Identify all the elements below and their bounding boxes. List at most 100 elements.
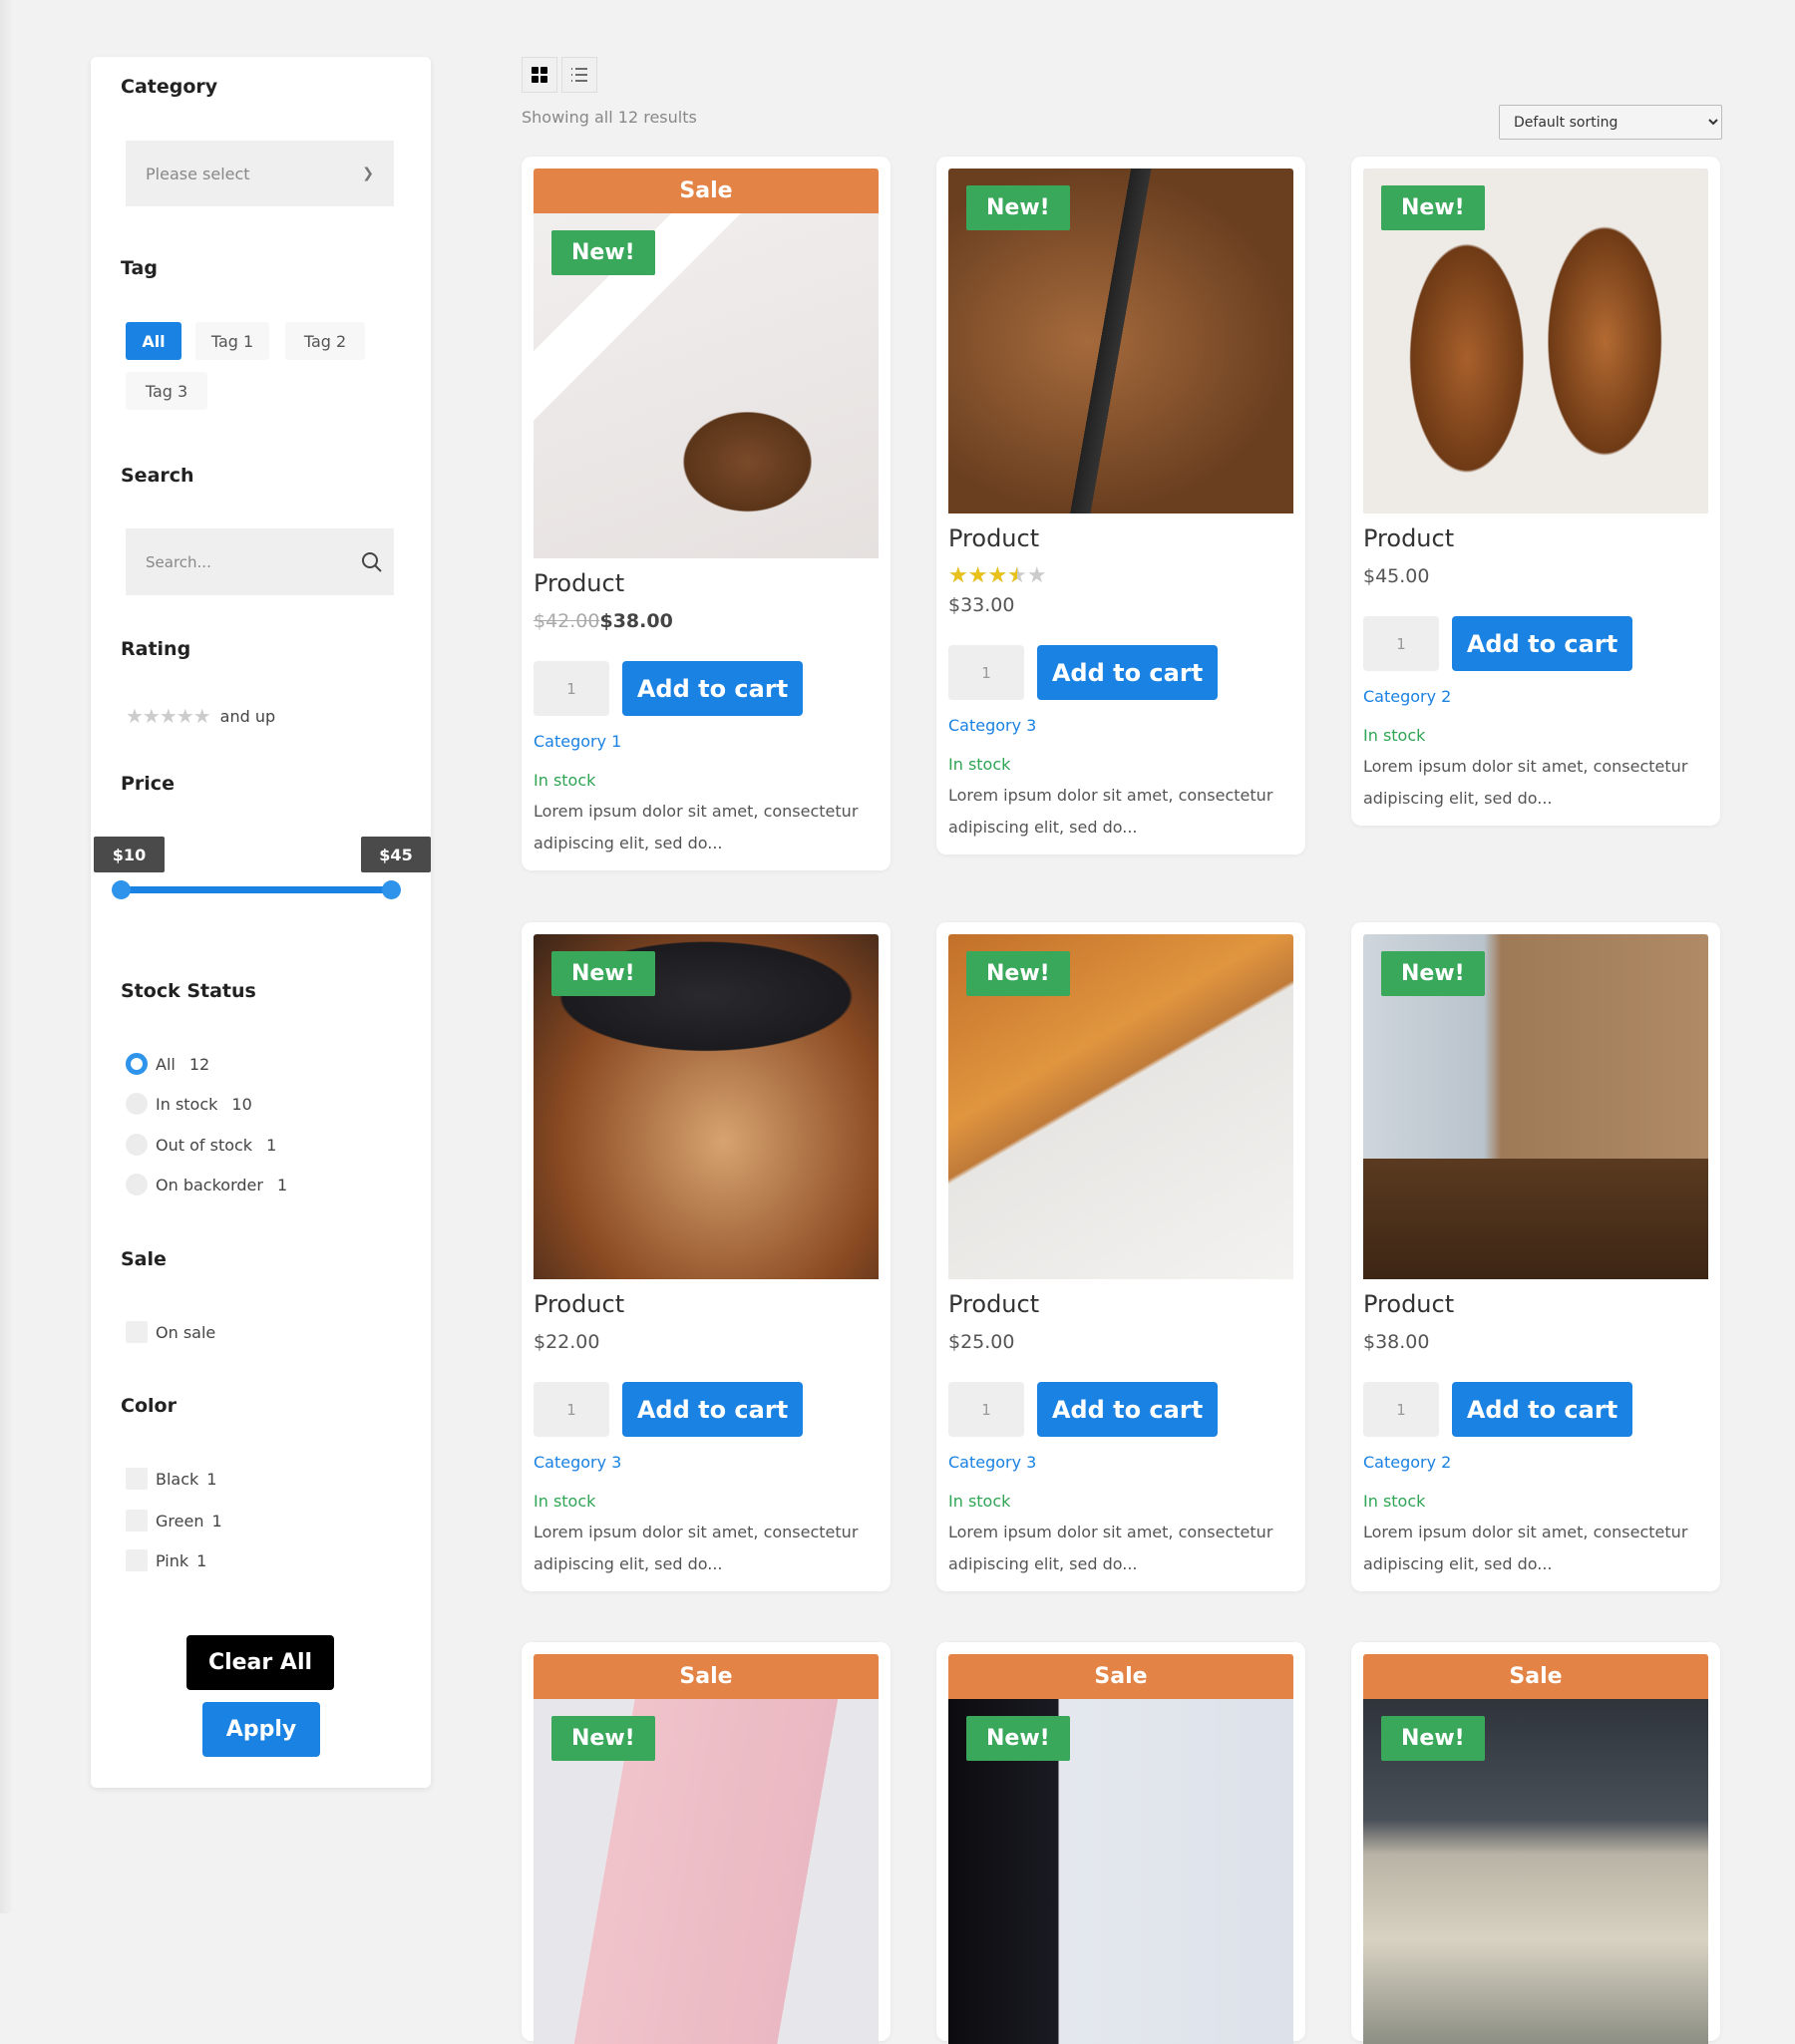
product-price: $25.00 <box>948 1327 1293 1357</box>
product-description: Lorem ipsum dolor sit amet, consectetur … <box>1363 757 1688 808</box>
product-card: Sale New! <box>522 1642 891 2044</box>
stock-option-in-stock[interactable]: In stock 10 <box>126 1093 252 1115</box>
quantity-input[interactable] <box>534 1382 609 1437</box>
product-image[interactable]: New! <box>534 934 879 1279</box>
checkbox[interactable] <box>126 1468 148 1490</box>
sorting-select[interactable]: Default sorting <box>1499 105 1722 140</box>
results-count: Showing all 12 results <box>522 108 697 127</box>
new-badge: New! <box>551 951 655 996</box>
product-category-link[interactable]: Category 2 <box>1363 1450 1708 1476</box>
price-min-handle[interactable] <box>112 880 131 899</box>
option-label: Pink <box>156 1550 189 1570</box>
sale-banner: Sale <box>948 1654 1293 1699</box>
option-count: 10 <box>231 1094 252 1114</box>
product-image[interactable]: New! <box>1363 1699 1708 2044</box>
price-max-handle[interactable] <box>382 880 401 899</box>
star-icon[interactable]: ★★★★★ <box>126 704 211 728</box>
add-to-cart-button[interactable]: Add to cart <box>1452 1382 1632 1437</box>
checkbox[interactable] <box>126 1321 148 1343</box>
list-icon <box>571 68 587 82</box>
product-price: $38.00 <box>1363 1327 1708 1357</box>
add-to-cart-button[interactable]: Add to cart <box>622 661 803 716</box>
radio-button[interactable] <box>126 1134 148 1156</box>
product-title[interactable]: Product <box>1363 1287 1708 1321</box>
quantity-input[interactable] <box>1363 616 1439 671</box>
product-card: New! Product ★★★★★★★★★★ $33.00 Add to cart Ca… <box>936 157 1305 854</box>
product-title[interactable]: Product <box>534 1287 879 1321</box>
product-image[interactable]: New! <box>948 934 1293 1279</box>
stock-option-out-of-stock[interactable]: Out of stock 1 <box>126 1134 276 1156</box>
stock-status: In stock <box>1363 1492 1426 1511</box>
quantity-input[interactable] <box>1363 1382 1439 1437</box>
color-option-pink[interactable]: Pink 1 <box>126 1549 206 1571</box>
product-title[interactable]: Product <box>534 566 879 600</box>
price-min-tooltip: $10 <box>94 837 165 872</box>
grid-view-button[interactable] <box>522 57 557 93</box>
product-image[interactable]: New! <box>948 169 1293 513</box>
color-option-green[interactable]: Green 1 <box>126 1510 222 1532</box>
option-count: 12 <box>188 1054 210 1074</box>
new-badge: New! <box>1381 1716 1485 1761</box>
checkbox[interactable] <box>126 1549 148 1571</box>
product-image[interactable]: New! <box>534 213 879 558</box>
color-heading: Color <box>121 1395 177 1417</box>
product-image[interactable]: New! <box>534 1699 879 2044</box>
new-badge: New! <box>966 1716 1070 1761</box>
sale-heading: Sale <box>121 1248 167 1270</box>
product-category-link[interactable]: Category 1 <box>534 729 879 755</box>
product-title[interactable]: Product <box>948 521 1293 555</box>
option-label: Out of stock <box>156 1135 253 1155</box>
rating-filter[interactable]: ★★★★★ and up <box>126 704 275 728</box>
product-category-link[interactable]: Category 3 <box>948 1450 1293 1476</box>
product-card: New! Product $45.00 Add to cart Category 2 In… <box>1351 157 1720 826</box>
product-image[interactable]: New! <box>1363 934 1708 1279</box>
apply-button[interactable]: Apply <box>202 1702 320 1757</box>
tag-1[interactable]: Tag 1 <box>195 322 269 360</box>
product-price: $45.00 <box>1363 561 1708 591</box>
search-heading: Search <box>121 465 194 487</box>
option-label: In stock <box>156 1094 218 1114</box>
new-badge: New! <box>1381 951 1485 996</box>
on-sale-option[interactable]: On sale <box>126 1321 215 1343</box>
radio-button[interactable] <box>126 1053 148 1075</box>
product-title[interactable]: Product <box>1363 521 1708 555</box>
add-to-cart-button[interactable]: Add to cart <box>1452 616 1632 671</box>
add-to-cart-button[interactable]: Add to cart <box>622 1382 803 1437</box>
radio-button[interactable] <box>126 1174 148 1195</box>
price-value: $38.00 <box>1363 1331 1430 1353</box>
category-heading: Category <box>121 76 218 98</box>
product-card: Sale New! Product $42.00$38.00 Add to cart Ca… <box>522 157 891 870</box>
stock-status: In stock <box>1363 726 1426 745</box>
stock-option-all[interactable]: All 12 <box>126 1053 209 1075</box>
category-select-value: Please select <box>146 164 250 183</box>
product-title[interactable]: Product <box>948 1287 1293 1321</box>
clear-all-button[interactable]: Clear All <box>186 1635 334 1690</box>
search-icon[interactable] <box>360 550 384 574</box>
sale-banner: Sale <box>534 1654 879 1699</box>
quantity-input[interactable] <box>948 1382 1024 1437</box>
price-slider-track[interactable] <box>121 886 391 893</box>
tag-3[interactable]: Tag 3 <box>126 372 207 410</box>
add-to-cart-button[interactable]: Add to cart <box>1037 645 1218 700</box>
category-select[interactable]: Please select ❯ <box>126 141 394 206</box>
tag-all[interactable]: All <box>126 322 181 360</box>
radio-button[interactable] <box>126 1093 148 1115</box>
product-image[interactable]: New! <box>1363 169 1708 513</box>
search-input[interactable] <box>146 552 345 571</box>
filter-sidebar: Category Please select ❯ Tag All Tag 1 T… <box>91 57 431 1788</box>
chevron-down-icon: ❯ <box>362 166 374 181</box>
stock-option-backorder[interactable]: On backorder 1 <box>126 1174 287 1195</box>
product-category-link[interactable]: Category 3 <box>948 713 1293 739</box>
add-to-cart-button[interactable]: Add to cart <box>1037 1382 1218 1437</box>
product-card: Sale New! <box>936 1642 1305 2044</box>
product-category-link[interactable]: Category 2 <box>1363 684 1708 710</box>
color-option-black[interactable]: Black 1 <box>126 1468 216 1490</box>
list-view-button[interactable] <box>561 57 597 93</box>
quantity-input[interactable] <box>534 661 609 716</box>
grid-icon <box>532 67 547 83</box>
checkbox[interactable] <box>126 1510 148 1532</box>
quantity-input[interactable] <box>948 645 1024 700</box>
product-category-link[interactable]: Category 3 <box>534 1450 879 1476</box>
tag-2[interactable]: Tag 2 <box>285 322 365 360</box>
product-image[interactable]: New! <box>948 1699 1293 2044</box>
